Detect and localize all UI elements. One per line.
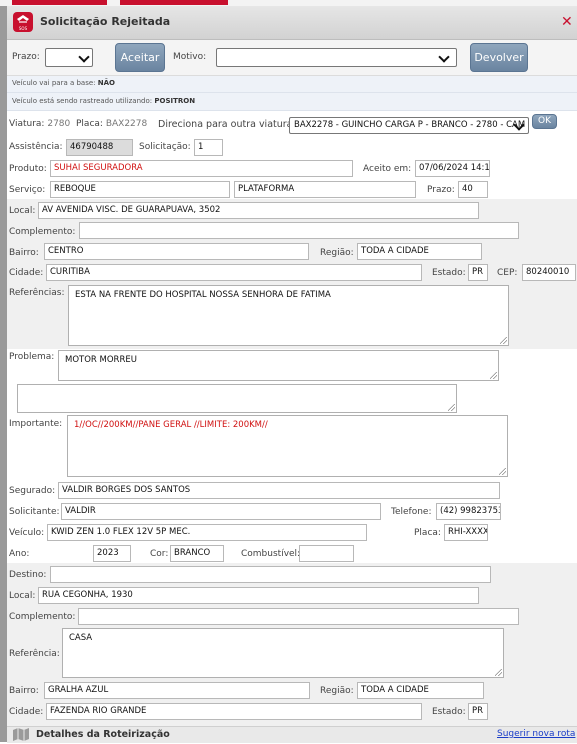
- suggest-route-link[interactable]: Sugerir nova rota: [497, 729, 575, 739]
- service-prazo-field[interactable]: 40: [458, 181, 488, 198]
- veiculo-field[interactable]: KWID ZEN 1.0 FLEX 12V 5P MEC.: [47, 524, 367, 541]
- cidade-field[interactable]: CURITIBA: [46, 264, 422, 281]
- referencias-textarea[interactable]: ESTA NA FRENTE DO HOSPITAL NOSSA SENHORA…: [68, 285, 509, 346]
- segurado-field[interactable]: VALDIR BORGES DOS SANTOS: [58, 482, 500, 499]
- background-red-tab: [12, 0, 107, 5]
- dest-estado-label: Estado:: [432, 707, 466, 717]
- prazo-select[interactable]: [45, 48, 93, 67]
- vehicle-placa-label: Placa: BAX2278: [76, 119, 148, 129]
- dest-referencia-textarea[interactable]: CASA: [62, 628, 504, 678]
- combustivel-field[interactable]: [299, 545, 354, 562]
- problema-extra-textarea[interactable]: [17, 384, 457, 413]
- destino-field[interactable]: [50, 566, 491, 583]
- window-left-edge: [0, 6, 7, 742]
- chevron-down-icon: [78, 51, 90, 63]
- bairro-label: Bairro:: [9, 248, 39, 258]
- problema-textarea[interactable]: MOTOR MORREU: [58, 350, 499, 381]
- redirect-vehicle-select[interactable]: BAX2278 - GUINCHO CARGA P - BRANCO - 278…: [289, 117, 529, 134]
- viatura-label: Viatura: 2780: [9, 119, 71, 129]
- problema-label: Problema:: [9, 352, 55, 362]
- cep-label: CEP:: [497, 268, 518, 278]
- dest-local-field[interactable]: RUA CEGONHA, 1930: [38, 587, 479, 604]
- service-prazo-label: Prazo:: [427, 185, 455, 195]
- base-notice-text: Veículo vai para a base: NÃO: [12, 79, 115, 87]
- ok-button[interactable]: OK: [532, 114, 557, 129]
- telefone-field[interactable]: (42) 998237532: [436, 503, 501, 520]
- redirect-label: Direciona para outra viatura:: [158, 119, 296, 130]
- destino-label: Destino:: [9, 570, 47, 580]
- motivo-label: Motivo:: [173, 52, 207, 62]
- cor-label: Cor:: [150, 549, 169, 559]
- referencias-label: Referências:: [9, 288, 65, 298]
- bairro-field[interactable]: CENTRO: [44, 243, 309, 260]
- app-logo: SOS: [13, 12, 33, 32]
- resize-grip-icon[interactable]: [495, 669, 502, 676]
- close-icon[interactable]: ✕: [561, 14, 573, 30]
- complemento-field[interactable]: [79, 222, 519, 239]
- importante-label: Importante:: [9, 419, 63, 429]
- dest-bairro-label: Bairro:: [9, 686, 39, 696]
- chevron-down-icon: [438, 51, 450, 63]
- ano-field[interactable]: 2023: [93, 545, 131, 562]
- complemento-label: Complemento:: [9, 227, 76, 237]
- dest-referencia-label: Referência:: [9, 649, 60, 659]
- cep-field[interactable]: 80240010: [522, 264, 576, 281]
- local-field[interactable]: AV AVENIDA VISC. DE GUARAPUAVA, 3502: [38, 202, 479, 219]
- dest-regiao-label: Região:: [320, 686, 354, 696]
- regiao-label: Região:: [320, 248, 354, 258]
- resize-grip-icon[interactable]: [499, 468, 506, 475]
- resize-grip-icon[interactable]: [490, 372, 497, 379]
- resize-grip-icon[interactable]: [448, 404, 455, 411]
- routing-title: Detalhes da Roteirização: [36, 729, 170, 740]
- client-placa-field[interactable]: RHI-XXXX: [444, 524, 488, 541]
- prazo-label: Prazo:: [12, 52, 40, 62]
- resize-grip-icon[interactable]: [500, 337, 507, 344]
- assistencia-label: Assistência:: [9, 142, 63, 152]
- dest-cidade-label: Cidade:: [9, 707, 44, 717]
- dest-cidade-field[interactable]: FAZENDA RIO GRANDE: [46, 703, 422, 720]
- importante-textarea[interactable]: 1//OC//200KM//PANE GERAL //LIMITE: 200KM…: [67, 415, 508, 477]
- telefone-label: Telefone:: [391, 507, 432, 517]
- produto-field[interactable]: SUHAI SEGURADORA: [50, 160, 353, 177]
- solicitacao-field[interactable]: 1: [194, 139, 223, 156]
- route-map-icon: [12, 727, 30, 741]
- solicitacao-label: Solicitação:: [139, 142, 191, 152]
- return-button[interactable]: Devolver: [470, 43, 528, 72]
- solicitante-label: Solicitante:: [9, 507, 60, 517]
- assistencia-field[interactable]: 46790488: [66, 139, 133, 156]
- dest-complemento-field[interactable]: [78, 608, 519, 625]
- servico-tipo-field[interactable]: PLATAFORMA: [234, 181, 416, 198]
- estado-field[interactable]: PR: [468, 264, 488, 281]
- ano-label: Ano:: [9, 549, 30, 559]
- dest-local-label: Local:: [9, 591, 36, 601]
- aceito-field[interactable]: 07/06/2024 14:14: [415, 160, 490, 177]
- servico-label: Serviço:: [9, 185, 46, 195]
- aceito-label: Aceito em:: [363, 164, 412, 174]
- dest-bairro-field[interactable]: GRALHA AZUL: [44, 682, 310, 699]
- dest-complemento-label: Complemento:: [9, 612, 76, 622]
- logo-text: SOS: [18, 26, 28, 31]
- produto-label: Produto:: [9, 164, 47, 174]
- regiao-field[interactable]: TODA A CIDADE: [357, 243, 482, 260]
- veiculo-label: Veículo:: [9, 528, 45, 538]
- local-label: Local:: [9, 206, 36, 216]
- tracking-notice-text: Veículo está sendo rastreado utilizando:…: [12, 97, 196, 105]
- background-red-tab-2: [120, 0, 228, 5]
- dialog-title: Solicitação Rejeitada: [40, 15, 171, 28]
- client-placa-label: Placa:: [414, 528, 441, 538]
- dest-regiao-field[interactable]: TODA A CIDADE: [357, 682, 484, 699]
- solicitante-field[interactable]: VALDIR: [61, 503, 381, 520]
- accept-button[interactable]: Aceitar: [115, 43, 165, 72]
- combustivel-label: Combustível:: [241, 549, 301, 559]
- motivo-select[interactable]: [216, 48, 457, 67]
- title-bar: SOS Solicitação Rejeitada ✕: [7, 6, 577, 40]
- segurado-label: Segurado:: [9, 486, 56, 496]
- cor-field[interactable]: BRANCO: [170, 545, 224, 562]
- dest-estado-field[interactable]: PR: [468, 703, 488, 720]
- servico-field[interactable]: REBOQUE: [50, 181, 230, 198]
- estado-label: Estado:: [432, 268, 466, 278]
- cidade-label: Cidade:: [9, 268, 44, 278]
